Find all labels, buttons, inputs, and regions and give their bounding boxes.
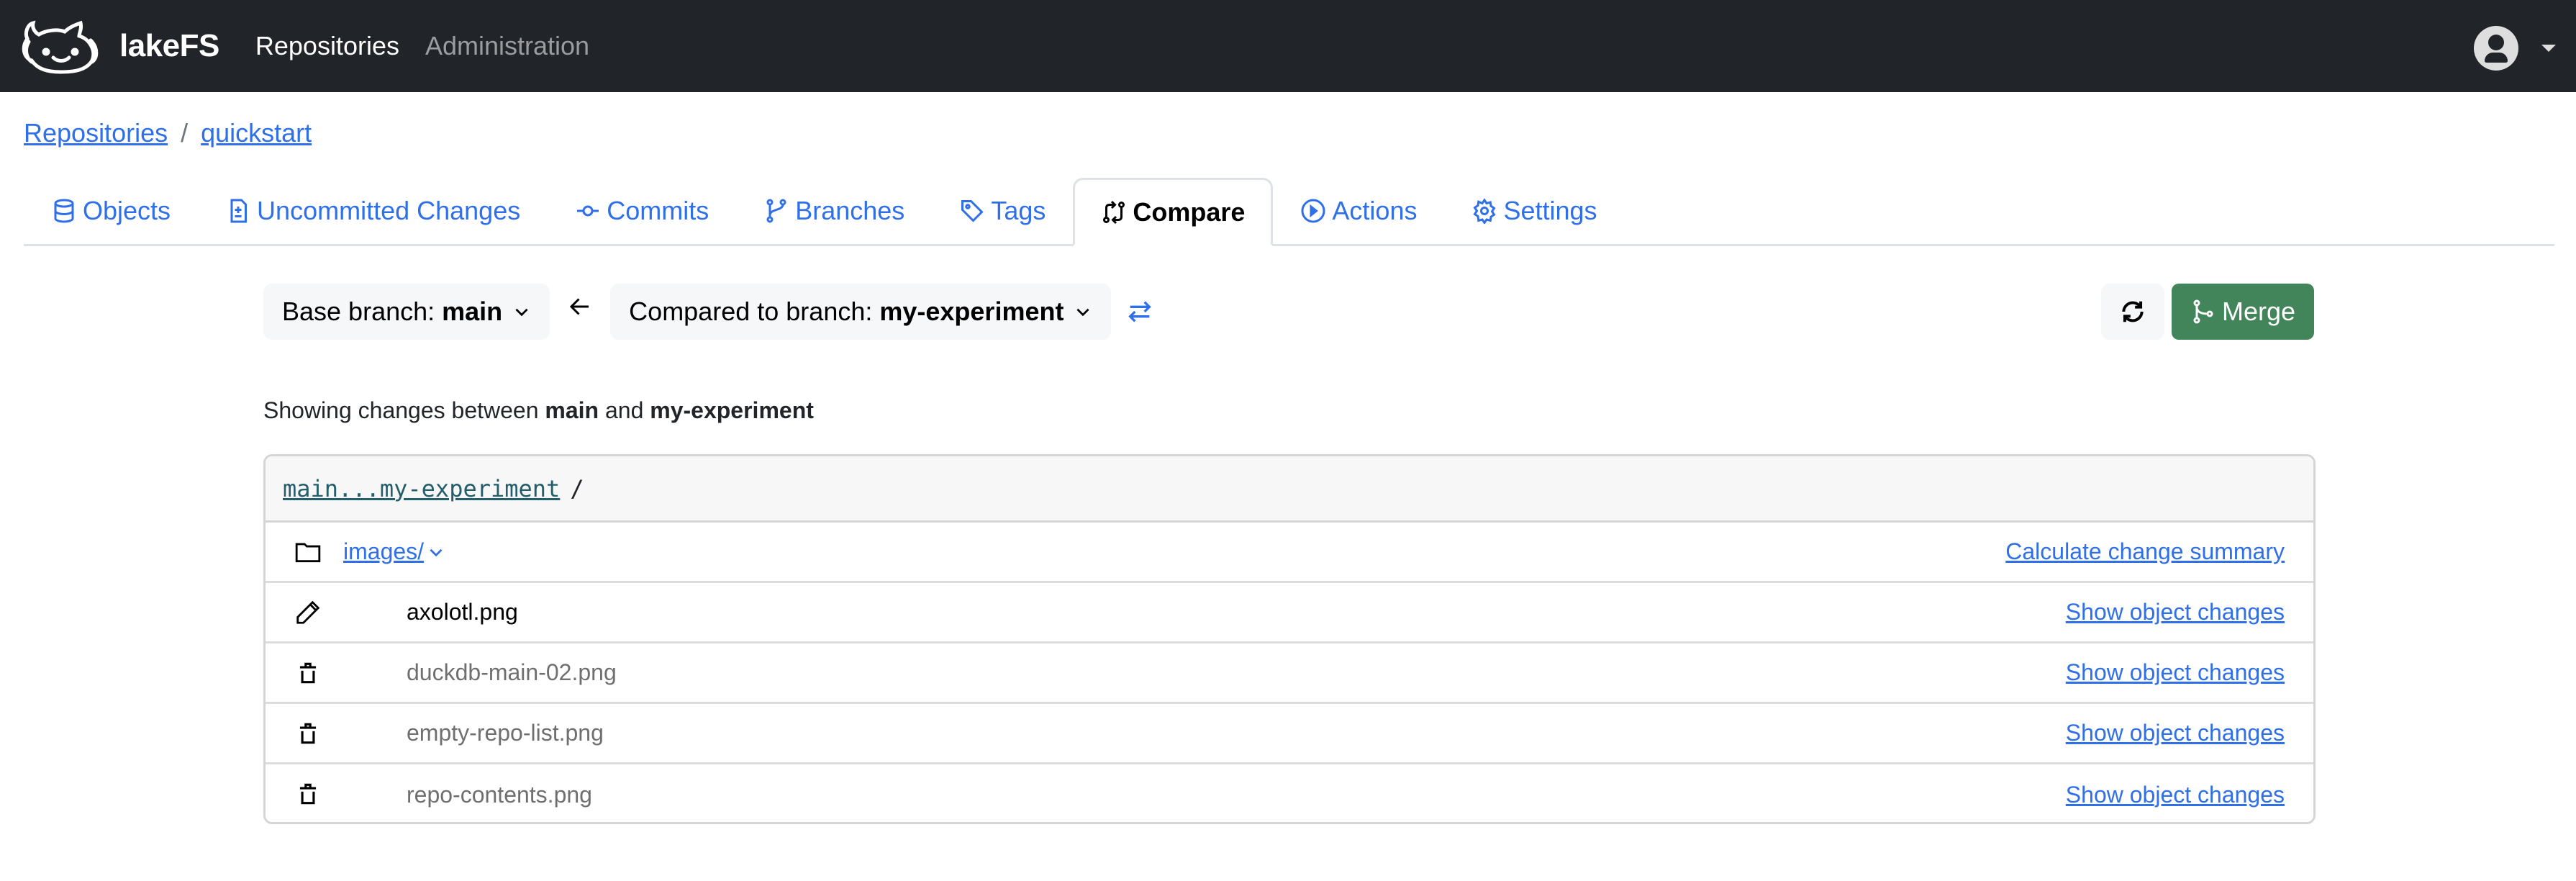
folder-name: images/	[343, 538, 425, 564]
axolotl-logo-icon	[22, 20, 99, 74]
merge-button[interactable]: Merge	[2172, 284, 2314, 340]
top-navbar: lakeFS Repositories Administration	[0, 0, 2576, 92]
show-object-changes-link[interactable]: Show object changes	[2066, 782, 2285, 808]
breadcrumb-separator: /	[181, 118, 189, 148]
show-object-changes-link[interactable]: Show object changes	[2066, 659, 2285, 686]
object-name: empty-repo-list.png	[407, 720, 604, 746]
show-object-changes-link[interactable]: Show object changes	[2066, 599, 2285, 625]
compare-actions: Merge	[2101, 284, 2314, 340]
changes-table: main...my-experiment / images/ Calculate…	[263, 454, 2316, 824]
trash-icon	[299, 783, 317, 805]
tab-label: Commits	[607, 196, 709, 225]
git-commit-icon	[575, 198, 601, 224]
breadcrumb: Repositories / quickstart	[24, 118, 312, 148]
summary-compared: my-experiment	[650, 397, 814, 423]
ref-range-link[interactable]: main...my-experiment	[283, 475, 560, 502]
trash-icon	[299, 662, 317, 684]
tab-branches[interactable]: Branches	[736, 178, 932, 244]
chevron-down-icon	[430, 548, 443, 556]
tab-label: Tags	[991, 196, 1046, 225]
tab-label: Compare	[1133, 196, 1246, 227]
tab-label: Uncommitted Changes	[257, 196, 521, 225]
tab-settings[interactable]: Settings	[1444, 178, 1624, 244]
summary-prefix: Showing changes between	[263, 397, 539, 423]
caret-down-icon[interactable]	[2541, 45, 2556, 52]
trash-icon	[299, 723, 317, 744]
tab-label: Actions	[1332, 196, 1418, 225]
compare-toolbar: Base branch: main Compared to branch: my…	[263, 284, 1154, 340]
change-row: duckdb-main-02.png Show object changes	[266, 643, 2313, 704]
refresh-icon	[2122, 301, 2144, 322]
object-name: repo-contents.png	[407, 781, 592, 808]
summary-conj: and	[604, 397, 644, 423]
changes-path-header: main...my-experiment /	[266, 456, 2313, 523]
object-name: duckdb-main-02.png	[407, 659, 617, 685]
chevron-down-icon	[1076, 308, 1090, 317]
user-circle-icon[interactable]	[2474, 26, 2518, 71]
base-branch-dropdown[interactable]: Base branch: main	[263, 284, 550, 340]
base-branch-label: Base branch:	[282, 297, 435, 326]
git-branch-icon	[763, 198, 789, 224]
change-row: empty-repo-list.png Show object changes	[266, 704, 2313, 764]
git-compare-icon	[1101, 199, 1127, 225]
nav-administration[interactable]: Administration	[425, 31, 589, 61]
tab-tags[interactable]: Tags	[932, 178, 1073, 244]
brand-logo[interactable]: lakeFS	[17, 17, 219, 75]
chevron-down-icon	[515, 308, 528, 317]
tab-compare[interactable]: Compare	[1073, 178, 1274, 246]
play-icon	[1300, 198, 1326, 224]
tab-commits[interactable]: Commits	[548, 178, 736, 244]
breadcrumb-quickstart[interactable]: quickstart	[201, 118, 312, 148]
repo-tabs: Objects Uncommitted Changes Commits Bran…	[24, 178, 2554, 246]
pencil-icon	[296, 600, 320, 624]
tab-uncommitted-changes[interactable]: Uncommitted Changes	[198, 178, 548, 244]
compared-branch-label: Compared to branch:	[629, 297, 873, 326]
change-row: repo-contents.png Show object changes	[266, 764, 2313, 822]
tag-icon	[959, 198, 985, 224]
gear-icon	[1471, 198, 1497, 224]
folder-link[interactable]: images/	[343, 538, 445, 565]
git-merge-icon	[2193, 299, 2213, 324]
tab-actions[interactable]: Actions	[1273, 178, 1444, 244]
merge-label: Merge	[2221, 297, 2296, 326]
folder-icon	[295, 543, 321, 563]
tab-label: Settings	[1503, 196, 1597, 225]
swap-branches-icon[interactable]	[1125, 297, 1154, 326]
refresh-button[interactable]	[2101, 284, 2164, 340]
changes-summary: Showing changes between main and my-expe…	[263, 397, 814, 424]
object-name: axolotl.png	[407, 599, 518, 625]
tab-label: Branches	[795, 196, 905, 225]
compared-branch-value: my-experiment	[879, 297, 1064, 326]
change-row: axolotl.png Show object changes	[266, 583, 2313, 643]
arrow-left-icon	[570, 298, 589, 315]
folder-row: images/ Calculate change summary	[266, 523, 2313, 583]
user-menu[interactable]	[2474, 26, 2556, 71]
base-branch-value: main	[442, 297, 503, 326]
calculate-change-summary-link[interactable]: Calculate change summary	[2005, 538, 2285, 565]
brand-name: lakeFS	[119, 28, 219, 63]
database-icon	[51, 198, 77, 224]
path-separator: /	[570, 474, 584, 502]
compared-branch-dropdown[interactable]: Compared to branch: my-experiment	[610, 284, 1112, 340]
file-diff-icon	[225, 198, 251, 224]
nav-repositories[interactable]: Repositories	[255, 31, 399, 61]
tab-objects[interactable]: Objects	[24, 178, 198, 244]
show-object-changes-link[interactable]: Show object changes	[2066, 720, 2285, 746]
tab-label: Objects	[83, 196, 171, 225]
summary-base: main	[545, 397, 599, 423]
breadcrumb-repositories[interactable]: Repositories	[24, 118, 168, 148]
